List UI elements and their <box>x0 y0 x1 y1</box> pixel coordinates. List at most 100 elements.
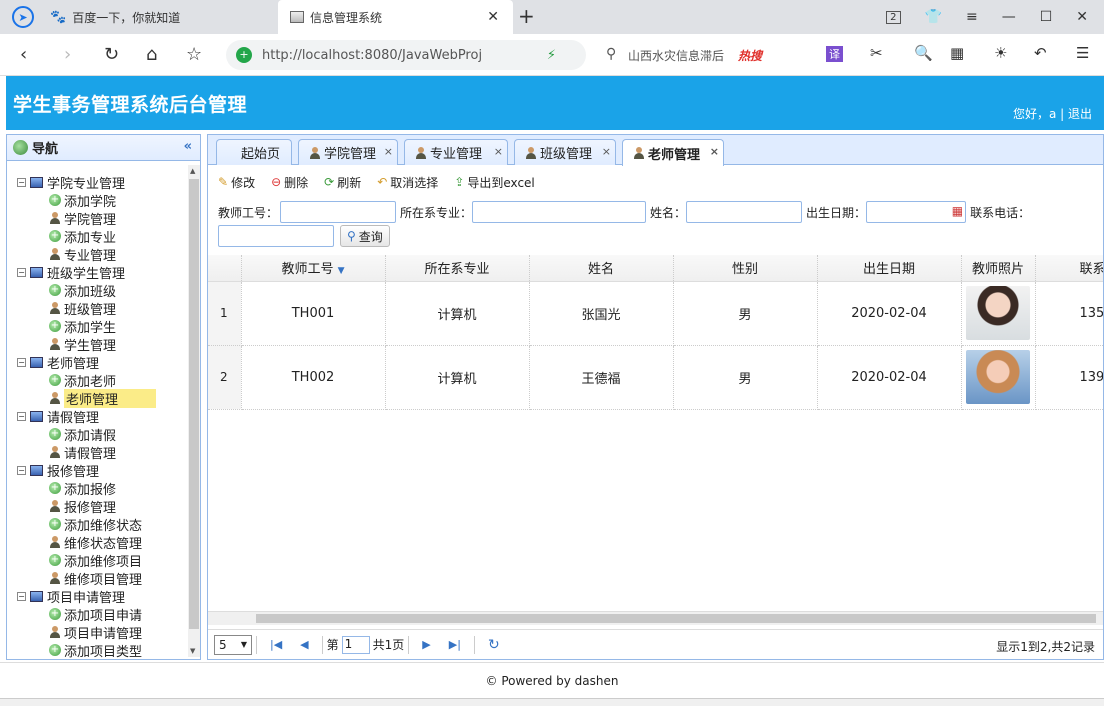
hot-search-label[interactable]: 热搜 <box>738 47 762 64</box>
scroll-thumb[interactable] <box>256 614 1096 623</box>
window-count-badge[interactable]: 2 <box>886 10 901 24</box>
column-header-dept[interactable]: 所在系专业 <box>385 255 530 282</box>
column-header-birth[interactable]: 出生日期 <box>817 255 962 282</box>
tree-group[interactable]: − 班级学生管理 <box>17 263 187 282</box>
column-header-name[interactable]: 姓名 <box>529 255 674 282</box>
last-page-icon[interactable]: ▶| <box>449 638 461 651</box>
calendar-icon[interactable]: ▦ <box>952 204 963 218</box>
maximize-icon[interactable]: ☐ <box>1040 9 1053 25</box>
tree-item[interactable]: 专业管理 <box>17 245 187 264</box>
tree-item[interactable]: + 添加学生 <box>17 317 187 336</box>
tree-group[interactable]: − 请假管理 <box>17 407 187 426</box>
tree-group[interactable]: − 老师管理 <box>17 353 187 372</box>
tab-class-manage[interactable]: 班级管理 × <box>514 139 616 165</box>
apps-grid-icon[interactable]: ▦ <box>950 44 964 62</box>
close-tab-icon[interactable]: × <box>602 145 611 158</box>
column-header-photo[interactable]: 教师照片 <box>961 255 1036 282</box>
tree-item[interactable]: + 添加学院 <box>17 191 187 210</box>
tree-item[interactable]: 项目申请管理 <box>17 623 187 642</box>
first-page-icon[interactable]: |◀ <box>270 638 282 651</box>
column-header-phone[interactable]: 联系 <box>1035 255 1103 282</box>
name-input[interactable] <box>686 201 803 223</box>
close-tab-icon[interactable]: × <box>494 145 503 158</box>
tab-major-manage[interactable]: 专业管理 × <box>404 139 508 165</box>
reload-icon[interactable]: ↻ <box>488 637 500 653</box>
scissors-icon[interactable]: ✂ <box>870 44 883 62</box>
column-header-sex[interactable]: 性别 <box>673 255 818 282</box>
page-number-input[interactable]: 1 <box>341 635 370 654</box>
tree-item[interactable]: 请假管理 <box>17 443 187 462</box>
shirt-icon[interactable]: 👕 <box>925 9 942 25</box>
delete-button[interactable]: ⊖ 删除 <box>271 174 308 191</box>
back-icon[interactable]: ‹ <box>20 44 27 65</box>
prev-page-icon[interactable]: ◀ <box>300 638 308 651</box>
tree-item[interactable]: + 添加请假 <box>17 425 187 444</box>
close-tab-icon[interactable]: × <box>710 145 719 158</box>
tree-group[interactable]: − 报修管理 <box>17 461 187 480</box>
tab-college-manage[interactable]: 学院管理 × <box>298 139 398 165</box>
edit-button[interactable]: ✎ 修改 <box>218 174 255 191</box>
close-tab-icon[interactable]: × <box>384 145 393 158</box>
next-page-icon[interactable]: ▶ <box>422 638 430 651</box>
page-size-select[interactable]: 5 ▼ <box>214 634 252 655</box>
tab-teacher-manage[interactable]: 老师管理 × <box>622 139 724 166</box>
tree-item[interactable]: + 添加项目类型 <box>17 641 187 660</box>
query-button[interactable]: ⚲ 查询 <box>340 225 390 247</box>
grid-horizontal-scrollbar[interactable] <box>208 611 1103 625</box>
tree-item[interactable]: + 添加维修状态 <box>17 515 187 534</box>
browser-tab-baidu[interactable]: 🐾 百度一下，你就知道 <box>0 0 278 34</box>
browser-menu-icon[interactable]: ☰ <box>1076 44 1089 62</box>
tree-item[interactable]: + 添加报修 <box>17 479 187 498</box>
tree-item[interactable]: 学生管理 <box>17 335 187 354</box>
new-tab-icon[interactable]: + <box>518 4 535 28</box>
tree-item[interactable]: + 添加专业 <box>17 227 187 246</box>
lightning-icon[interactable]: ⚡ <box>547 48 556 63</box>
brightness-icon[interactable]: ☀ <box>994 44 1007 62</box>
url-field[interactable]: + http://localhost:8080/JavaWebProj ⚡ <box>226 40 586 70</box>
tree-item[interactable]: + 添加项目申请 <box>17 605 187 624</box>
close-tab-icon[interactable]: ✕ <box>487 9 499 25</box>
close-window-icon[interactable]: ✕ <box>1076 9 1088 25</box>
scroll-thumb[interactable] <box>189 179 199 629</box>
browser-search-field[interactable]: ⚲ 山西水灾信息滞后 热搜 <box>598 40 818 70</box>
tree-item[interactable]: 班级管理 <box>17 299 187 318</box>
tree-item[interactable]: 维修状态管理 <box>17 533 187 552</box>
collapse-toggle-icon[interactable]: − <box>17 267 26 277</box>
collapse-toggle-icon[interactable]: − <box>17 177 26 187</box>
phone-input[interactable] <box>218 225 334 247</box>
table-row[interactable]: 1 TH001 计算机 张国光 男 2020-02-04 13508 <box>208 281 1103 346</box>
reload-icon[interactable]: ↻ <box>104 44 119 65</box>
bookmark-star-icon[interactable]: ☆ <box>186 44 202 65</box>
scroll-up-icon[interactable]: ▲ <box>190 167 195 175</box>
user-greeting-logout[interactable]: 您好，a | 退出 <box>1013 105 1092 122</box>
nav-scrollbar[interactable]: ▲ ▼ <box>188 165 200 657</box>
tree-item[interactable]: 学院管理 <box>17 209 187 228</box>
collapse-toggle-icon[interactable]: − <box>17 465 26 475</box>
browser-tab-active[interactable]: 信息管理系统 ✕ <box>278 0 513 34</box>
menu-icon[interactable]: ≡ <box>966 9 978 25</box>
forward-icon[interactable]: › <box>64 44 71 65</box>
tree-item[interactable]: 维修项目管理 <box>17 569 187 588</box>
tree-item[interactable]: + 添加班级 <box>17 281 187 300</box>
refresh-button[interactable]: ⟳ 刷新 <box>324 174 361 191</box>
translate-icon[interactable]: 译 <box>826 46 843 62</box>
tree-item[interactable]: + 添加老师 <box>17 371 187 390</box>
table-row[interactable]: 2 TH002 计算机 王德福 男 2020-02-04 13908 <box>208 345 1103 410</box>
minimize-icon[interactable]: — <box>1002 9 1016 25</box>
undo-icon[interactable]: ↶ <box>1034 44 1047 62</box>
export-excel-button[interactable]: ⇪ 导出到excel <box>454 174 534 191</box>
cancel-select-button[interactable]: ↶ 取消选择 <box>377 174 438 191</box>
tree-item[interactable]: + 添加维修项目 <box>17 551 187 570</box>
tab-home[interactable]: 起始页 <box>216 139 292 165</box>
collapse-panel-icon[interactable]: « <box>184 139 192 154</box>
collapse-toggle-icon[interactable]: − <box>17 411 26 421</box>
collapse-toggle-icon[interactable]: − <box>17 357 26 367</box>
birth-date-input[interactable]: ▦ <box>866 201 967 223</box>
column-header-teacher-no[interactable]: 教师工号 ▼ <box>241 255 386 282</box>
tree-group[interactable]: − 学院专业管理 <box>17 173 187 192</box>
teacher-no-input[interactable] <box>280 201 397 223</box>
scroll-down-icon[interactable]: ▼ <box>190 647 195 655</box>
tree-item[interactable]: 报修管理 <box>17 497 187 516</box>
tree-item[interactable]: 老师管理 <box>17 388 187 408</box>
collapse-toggle-icon[interactable]: − <box>17 591 26 601</box>
